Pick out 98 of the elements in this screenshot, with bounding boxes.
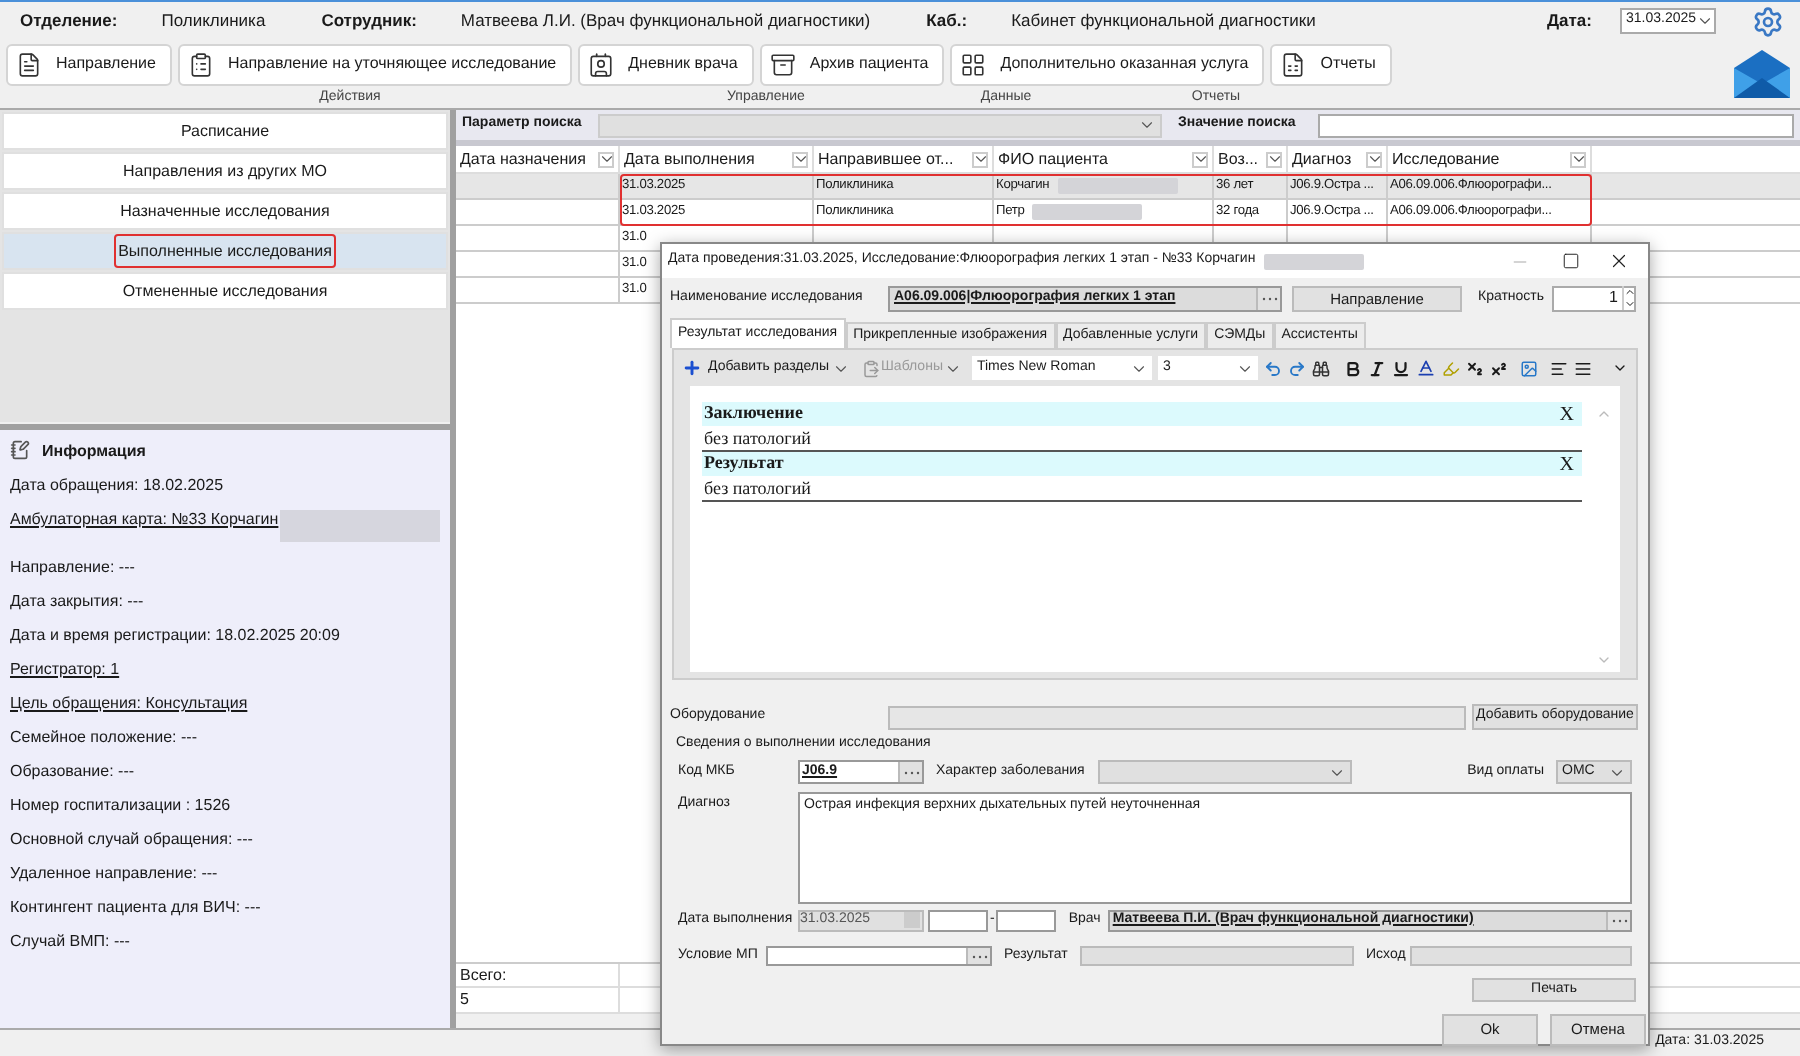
column-header[interactable]: Дата выполнения <box>620 146 814 172</box>
superscript-icon[interactable] <box>1490 359 1509 377</box>
italic-icon[interactable] <box>1368 359 1387 377</box>
align-left-icon[interactable] <box>1550 359 1569 377</box>
info-text: Дата закрытия: --- <box>10 592 144 610</box>
dropdown-caret-icon <box>1569 150 1587 168</box>
section-text: без патологий <box>702 476 813 500</box>
browse-button[interactable] <box>898 762 922 782</box>
section-text: без патологий <box>702 426 813 450</box>
ellipsis-icon <box>1261 295 1277 301</box>
envelope-logo-icon <box>1732 48 1792 100</box>
equipment-field[interactable] <box>888 705 1466 729</box>
toolbar-button[interactable]: Архив пациента <box>759 43 945 85</box>
dropdown-caret-icon <box>597 150 615 168</box>
maximize-icon[interactable] <box>1562 252 1580 270</box>
dropdown-caret-icon <box>1138 116 1156 134</box>
nav-item[interactable]: Выполненные исследования <box>2 232 448 270</box>
underline-icon[interactable] <box>1392 359 1411 377</box>
bold-icon[interactable] <box>1344 359 1363 377</box>
subscript-icon[interactable] <box>1466 359 1485 377</box>
info-title: Информация <box>42 441 146 459</box>
clipboard-icon <box>861 359 880 377</box>
remove-section-button[interactable]: X <box>1559 449 1574 479</box>
field-label: Сотрудник: <box>321 8 417 34</box>
condition-field[interactable] <box>766 946 992 966</box>
total-label: Всего: <box>456 963 620 987</box>
font-color-icon[interactable] <box>1416 358 1437 378</box>
multiplicity-spinner[interactable]: 1 <box>1552 285 1636 311</box>
info-link[interactable]: Цель обращения: Консультация <box>10 694 248 712</box>
notebook-icon <box>10 440 30 460</box>
nav-item[interactable]: Отмененные исследования <box>2 272 448 310</box>
field-value: Матвеева Л.И. (Врач функциональной диагностики) <box>460 8 871 34</box>
info-link[interactable]: Амбулаторная карта: №33 Корчагин <box>10 510 279 528</box>
info-text: Образование: --- <box>10 762 135 780</box>
column-header[interactable]: Воз... <box>1214 146 1288 172</box>
column-header[interactable]: Направившее от... <box>814 146 994 172</box>
field-value: Кабинет функциональной диагностики <box>1011 8 1316 34</box>
spreadsheet-icon <box>1280 51 1307 77</box>
browse-button[interactable] <box>966 948 990 964</box>
remove-section-button[interactable]: X <box>1559 399 1574 429</box>
section-header: Заключение X <box>702 402 1582 426</box>
ellipsis-icon <box>971 953 987 959</box>
info-text: Дата обращения: 18.02.2025 <box>10 476 224 494</box>
browse-button[interactable] <box>1256 287 1280 309</box>
toolbar-button[interactable]: Дополнительно оказанная услуга <box>950 43 1265 85</box>
dropdown-caret-icon <box>791 150 809 168</box>
toolbar-button[interactable]: Отчеты <box>1270 43 1392 85</box>
result-field[interactable] <box>1080 946 1354 966</box>
field-value: Поликлиника <box>161 8 266 34</box>
binoculars-icon[interactable] <box>1312 359 1331 377</box>
document-icon <box>16 51 42 77</box>
time-to-field[interactable] <box>996 909 1057 931</box>
clipboard-icon <box>187 51 214 77</box>
toolbar-button[interactable]: Дневник врача <box>578 43 754 85</box>
info-link[interactable]: Регистратор: 1 <box>10 660 120 678</box>
dropdown-caret-icon <box>971 150 989 168</box>
nav-item[interactable]: Направления из других МО <box>2 152 448 190</box>
browse-button[interactable] <box>1606 911 1630 929</box>
archive-box-icon <box>769 51 796 77</box>
undo-icon[interactable] <box>1264 359 1283 377</box>
info-text: Номер госпитализации : 1526 <box>10 796 231 814</box>
dropdown-caret-icon <box>1191 150 1209 168</box>
nav-item[interactable]: Назначенные исследования <box>2 192 448 230</box>
dropdown-caret-icon <box>1265 150 1283 168</box>
info-text: Основной случай обращения: --- <box>10 830 253 848</box>
ellipsis-icon <box>1611 917 1627 923</box>
toolbar-button[interactable]: Направление <box>6 43 172 85</box>
date-label: Дата: <box>1546 8 1592 34</box>
overflow-icon[interactable] <box>1612 360 1628 376</box>
redo-icon[interactable] <box>1288 359 1307 377</box>
outcome-field[interactable] <box>1410 946 1632 966</box>
time-from-field[interactable] <box>928 909 988 931</box>
info-text: Контингент пациента для ВИЧ: --- <box>10 898 261 916</box>
contact-card-icon <box>588 51 615 77</box>
toolbar-button[interactable]: Направление на уточняющее исследование <box>177 43 573 85</box>
field-label: Отделение: <box>20 8 118 34</box>
dropdown-caret-icon <box>1365 150 1383 168</box>
ellipsis-icon <box>903 769 919 775</box>
section-header: Результат X <box>702 452 1582 476</box>
close-icon[interactable] <box>1608 250 1630 272</box>
plus-icon <box>682 358 702 378</box>
info-text: Удаленное направление: --- <box>10 864 218 882</box>
settings-icon[interactable] <box>1752 5 1784 37</box>
field-label: Каб.: <box>926 8 968 34</box>
align-justify-icon[interactable] <box>1574 359 1593 377</box>
column-header[interactable]: Диагноз <box>1288 146 1388 172</box>
info-text: Направление: --- <box>10 558 135 576</box>
info-text: Случай ВМП: --- <box>10 932 130 950</box>
info-text: Дата и время регистрации: 18.02.2025 20:09 <box>10 626 340 644</box>
image-icon[interactable] <box>1520 359 1539 377</box>
column-header[interactable]: Дата назначения <box>456 146 620 172</box>
dropdown-caret-icon <box>1696 12 1715 30</box>
nav-item[interactable]: Расписание <box>2 112 448 150</box>
column-header[interactable]: Исследование <box>1388 146 1592 172</box>
grid-icon <box>960 51 987 77</box>
info-text: Семейное положение: --- <box>10 728 197 746</box>
search-value-field[interactable] <box>1318 113 1794 137</box>
column-header[interactable]: ФИО пациента <box>994 146 1214 172</box>
